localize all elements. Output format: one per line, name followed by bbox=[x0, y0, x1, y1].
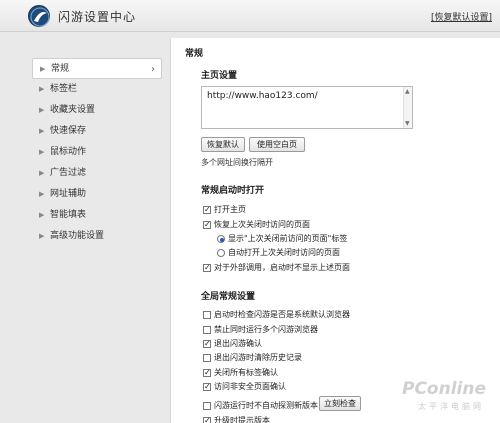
homepage-url-value: http://www.hao123.com/ bbox=[207, 91, 318, 101]
sidebar-item-label: 高级功能设置 bbox=[50, 231, 105, 241]
chevron-right-icon: › bbox=[151, 64, 155, 75]
use-blank-page-button[interactable]: 使用空白页 bbox=[249, 137, 305, 152]
sidebar-item-advanced[interactable]: ▶ 高级功能设置 bbox=[32, 226, 162, 247]
checkbox-label: 闪游运行时不自动探测新版本 bbox=[214, 401, 318, 410]
sidebar-item-ad-filter[interactable]: ▶ 广告过滤 bbox=[32, 163, 162, 184]
sidebar-item-label: 网址辅助 bbox=[50, 189, 87, 199]
sidebar-item-general[interactable]: ▶ 常规 › bbox=[32, 58, 162, 79]
global-section-title: 全局常规设置 bbox=[201, 292, 256, 302]
checkbox-label: 打开主页 bbox=[214, 205, 246, 214]
pconline-watermark: PConline 太平洋电脑网 bbox=[364, 375, 494, 415]
sidebar-item-label: 标签栏 bbox=[50, 84, 78, 94]
restore-defaults-link[interactable]: [恢复默认设置] bbox=[431, 10, 492, 23]
checkbox-box[interactable] bbox=[203, 367, 211, 379]
sidebar-item-quick-save[interactable]: ▶ 快速保存 bbox=[32, 121, 162, 142]
settings-sidebar: ▶ 常规 › ▶ 标签栏 ▶ 收藏夹设置 ▶ 快速保存 ▶ 鼠标动作 ▶ 广告过… bbox=[32, 58, 162, 258]
app-title: 闪游设置中心 bbox=[58, 10, 137, 24]
checkbox-label: 关闭所有标签确认 bbox=[214, 368, 278, 377]
settings-content: 常规 主页设置 http://www.hao123.com/ ▲ ▼ 恢复默认 … bbox=[170, 38, 500, 423]
sidebar-item-label: 广告过滤 bbox=[50, 168, 87, 178]
checkbox-box[interactable] bbox=[203, 415, 211, 423]
checkbox-box[interactable] bbox=[203, 338, 211, 350]
radio-button[interactable] bbox=[217, 235, 225, 243]
watermark-text: PConline bbox=[401, 379, 486, 399]
checkbox-box[interactable] bbox=[203, 326, 211, 334]
app-header: 闪游设置中心 [恢复默认设置] bbox=[0, 0, 500, 32]
scroll-down-icon[interactable]: ▼ bbox=[405, 120, 410, 127]
checkbox-label: 禁止同时运行多个闪游浏览器 bbox=[214, 325, 318, 334]
radio-label: 显示"上次关闭前访问的页面"标签 bbox=[228, 234, 348, 243]
watermark-subtext: 太平洋电脑网 bbox=[418, 402, 484, 411]
checkbox-box[interactable] bbox=[203, 262, 211, 274]
radio-button[interactable] bbox=[217, 249, 225, 257]
sidebar-item-mouse-gestures[interactable]: ▶ 鼠标动作 bbox=[32, 142, 162, 163]
homepage-url-textarea[interactable]: http://www.hao123.com/ ▲ ▼ bbox=[201, 86, 413, 129]
checkbox-box[interactable] bbox=[203, 219, 211, 231]
checkbox-label: 退出闪游确认 bbox=[214, 339, 262, 348]
sidebar-item-label: 快速保存 bbox=[50, 126, 87, 136]
page-title: 常规 bbox=[185, 49, 204, 59]
checkbox-label: 升级时提示版本 bbox=[214, 416, 270, 423]
bullet-icon: ▶ bbox=[39, 169, 45, 177]
sidebar-item-url-assist[interactable]: ▶ 网址辅助 bbox=[32, 184, 162, 205]
bullet-icon: ▶ bbox=[39, 211, 45, 219]
checkbox-box[interactable] bbox=[203, 204, 211, 216]
scroll-up-icon[interactable]: ▲ bbox=[405, 88, 410, 95]
checkbox-box[interactable] bbox=[203, 311, 211, 319]
checkbox-label: 恢复上次关闭时访问的页面 bbox=[214, 220, 310, 229]
checkbox-label: 对于外部调用，启动时不显示上述页面 bbox=[214, 263, 350, 272]
sidebar-item-label: 鼠标动作 bbox=[50, 147, 87, 157]
bullet-icon: ▶ bbox=[39, 190, 45, 198]
sidebar-item-label: 收藏夹设置 bbox=[50, 105, 96, 115]
homepage-section-title: 主页设置 bbox=[201, 71, 238, 81]
checkbox-box[interactable] bbox=[203, 402, 211, 410]
checkbox-box[interactable] bbox=[203, 354, 211, 362]
bullet-icon: ▶ bbox=[39, 232, 45, 240]
restore-default-homepage-button[interactable]: 恢复默认 bbox=[201, 137, 245, 152]
radio-label: 自动打开上次关闭时访问的页面 bbox=[228, 248, 340, 257]
checkbox-label: 退出闪游时清除历史记录 bbox=[214, 353, 302, 362]
homepage-hint: 多个网址间换行隔开 bbox=[201, 158, 273, 167]
sidebar-item-autofill[interactable]: ▶ 智能填表 bbox=[32, 205, 162, 226]
bullet-icon: ▶ bbox=[40, 65, 46, 73]
check-now-button[interactable]: 立刻检查 bbox=[319, 396, 361, 411]
sidebar-item-tabbar[interactable]: ▶ 标签栏 bbox=[32, 79, 162, 100]
textarea-scrollbar[interactable]: ▲ ▼ bbox=[403, 87, 412, 128]
sidebar-item-favorites[interactable]: ▶ 收藏夹设置 bbox=[32, 100, 162, 121]
sidebar-item-label: 常规 bbox=[51, 64, 70, 74]
bullet-icon: ▶ bbox=[39, 85, 45, 93]
app-logo-icon bbox=[28, 5, 50, 27]
bullet-icon: ▶ bbox=[39, 127, 45, 135]
startup-section-title: 常规启动时打开 bbox=[201, 186, 265, 196]
bullet-icon: ▶ bbox=[39, 148, 45, 156]
checkbox-label: 启动时检查闪游是否是系统默认浏览器 bbox=[214, 310, 350, 319]
checkbox-box[interactable] bbox=[203, 381, 211, 393]
bullet-icon: ▶ bbox=[39, 106, 45, 114]
sidebar-item-label: 智能填表 bbox=[50, 210, 87, 220]
checkbox-label: 访问非安全页面确认 bbox=[214, 382, 286, 391]
